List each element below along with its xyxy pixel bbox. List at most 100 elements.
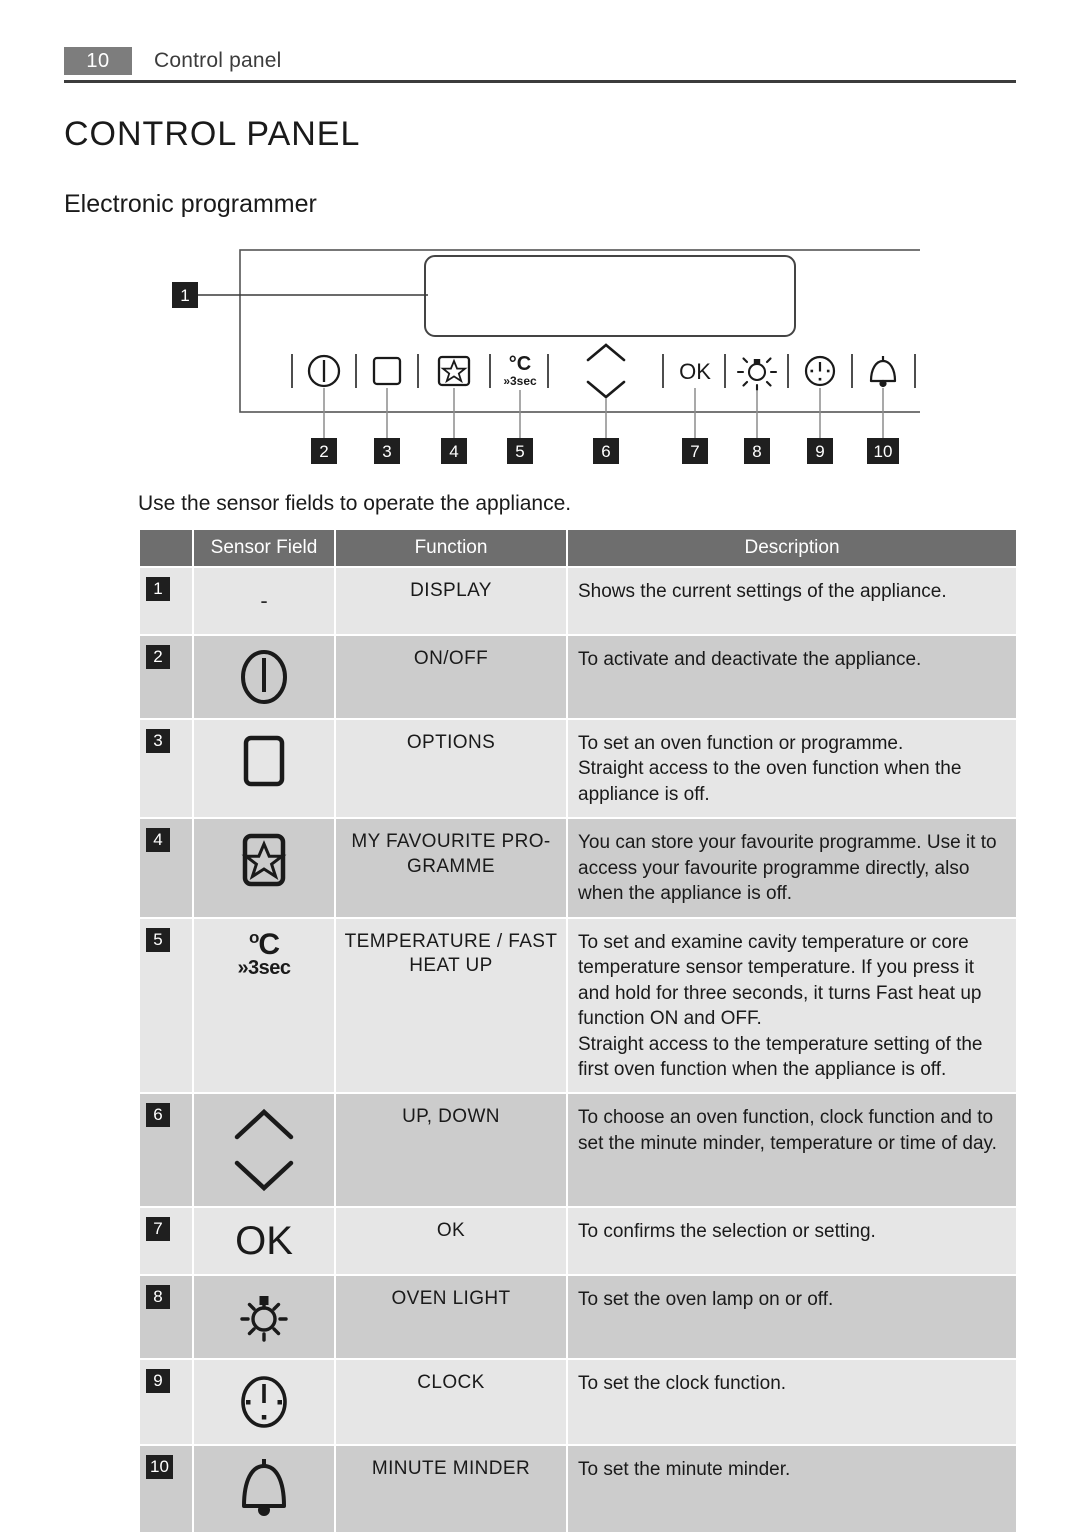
sensor-icon-wrap: [194, 829, 334, 891]
description-cell: Shows the current settings of the applia…: [568, 568, 1016, 634]
up-down-chevrons-icon: [234, 1109, 294, 1192]
description-paragraph: To activate and deactivate the appliance…: [578, 649, 922, 670]
ok-icon: OK: [235, 1218, 293, 1263]
diagram-up-down-chevrons-icon: [586, 343, 626, 399]
svg-text:2: 2: [319, 442, 328, 461]
sensor-field-cell: [194, 1276, 334, 1359]
svg-text:8: 8: [752, 442, 761, 461]
svg-text:3: 3: [382, 442, 391, 461]
function-cell: OPTIONS: [336, 720, 566, 818]
table-row: 1 - DISPLAY Shows the current settings of t…: [140, 568, 1016, 634]
table-row: 8 OVEN LIGHT To set the oven lamp on or of…: [140, 1276, 1016, 1359]
row-index-cell: 9: [140, 1360, 192, 1445]
callout-9: 9: [807, 438, 833, 464]
svg-text:5: 5: [515, 442, 524, 461]
column-header-sensor-field: Sensor Field: [194, 530, 334, 566]
description-cell: To choose an oven function, clock functi…: [568, 1094, 1016, 1207]
row-index-cell: 10: [140, 1446, 192, 1533]
description-paragraph: To set and examine cavity temperature or…: [578, 931, 982, 1030]
function-cell: OVEN LIGHT: [336, 1276, 566, 1359]
svg-text:10: 10: [874, 442, 893, 461]
sensor-field-dash: -: [260, 588, 268, 613]
callout-7: 7: [682, 438, 708, 464]
diagram-options-square-icon: [372, 356, 402, 386]
description-paragraph: To set the oven lamp on or off.: [578, 1289, 834, 1311]
diagram-ok-icon: OK: [679, 359, 711, 384]
column-header-index: [140, 530, 192, 566]
sensor-field-cell: [194, 636, 334, 718]
description-paragraph: Shows the current settings of the applia…: [578, 581, 947, 602]
control-panel-illustration: 1 °C »3sec OK 2 3 4 5 6 7 8 9 10: [172, 249, 920, 464]
callout-5: 5: [507, 438, 533, 464]
header-section-title: Control panel: [154, 49, 282, 72]
sensor-field-cell: [194, 1360, 334, 1445]
page-number: 10: [64, 47, 132, 75]
svg-text:»3sec: »3sec: [503, 374, 537, 388]
function-cell: TEMPERATURE / FAST HEAT UP: [336, 918, 566, 1093]
diagram-favourite-star-icon: [437, 355, 471, 387]
sensor-icon-wrap: OK: [194, 1218, 334, 1264]
row-index-badge: 1: [146, 577, 170, 601]
sensor-icon-wrap: [194, 1286, 334, 1348]
callout-3: 3: [374, 438, 400, 464]
row-index-cell: 6: [140, 1094, 192, 1207]
intro-sentence: Use the sensor fields to operate the app…: [138, 492, 572, 515]
callout-4: 4: [441, 438, 467, 464]
description-cell: You can store your favourite programme. …: [568, 819, 1016, 917]
table-row: 10 MINUTE MINDER To set the minute minder.: [140, 1446, 1016, 1533]
sensor-field-table: Sensor Field Function Description 1 - DISP…: [138, 528, 1018, 1534]
diagram-clock-icon: [804, 355, 836, 387]
svg-text:7: 7: [690, 442, 699, 461]
sensor-icon-wrap: [194, 646, 334, 708]
callout-1: 1: [172, 282, 428, 308]
sensor-field-cell: [194, 819, 334, 917]
table-row: 4 MY FAVOURITE PRO-GRAMME You can store yo…: [140, 819, 1016, 917]
callout-8: 8: [744, 438, 770, 464]
row-index-cell: 7: [140, 1208, 192, 1275]
diagram-temperature-3sec-icon: °C »3sec: [503, 353, 537, 388]
description-paragraph: To choose an oven function, clock functi…: [578, 1107, 997, 1154]
sensor-icon-wrap: oC »3sec: [194, 929, 334, 978]
clock-icon: [241, 1376, 287, 1429]
description-paragraph: Straight access to the oven function whe…: [578, 758, 962, 805]
description-paragraph: To set an oven function or programme.: [578, 733, 904, 754]
table-row: 7 OK OK To confirms the selection or settin…: [140, 1208, 1016, 1275]
sensor-icon-wrap: [194, 1456, 334, 1522]
description-paragraph: Straight access to the temperature setti…: [578, 1033, 983, 1080]
fast-heat-3sec-label: »3sec: [237, 956, 291, 979]
table-row: 2 ON/OFF To activate and deactivate the ap…: [140, 636, 1016, 718]
description-cell: To set the clock function.: [568, 1360, 1016, 1445]
row-index-badge: 8: [146, 1285, 170, 1310]
section-subtitle: Electronic programmer: [64, 190, 317, 218]
sensor-icon-wrap: -: [194, 578, 334, 624]
minute-minder-bell-icon: [242, 1459, 286, 1517]
row-index-badge: 4: [146, 828, 170, 853]
display-screen-outline: [424, 255, 796, 337]
diagram-minute-minder-bell-icon: [869, 356, 897, 388]
description-cell: To set and examine cavity temperature or…: [568, 918, 1016, 1093]
row-index-cell: 1: [140, 568, 192, 634]
function-cell: DISPLAY: [336, 568, 566, 634]
sensor-field-cell: [194, 1094, 334, 1207]
sensor-field-cell: -: [194, 568, 334, 634]
column-header-description: Description: [568, 530, 1016, 566]
power-icon: [241, 650, 287, 704]
function-cell: UP, DOWN: [336, 1094, 566, 1207]
callout-10: 10: [867, 438, 899, 464]
description-cell: To set the oven lamp on or off.: [568, 1276, 1016, 1359]
sensor-icon-wrap: [194, 730, 334, 792]
svg-text:°C: °C: [509, 353, 531, 375]
svg-text:9: 9: [815, 442, 824, 461]
table-row: 6 UP, DOWN To choose an oven function, clo…: [140, 1094, 1016, 1207]
function-cell: ON/OFF: [336, 636, 566, 718]
sensor-field-cell: oC »3sec: [194, 918, 334, 1093]
callout-6: 6: [593, 438, 619, 464]
sensor-icon-wrap: [194, 1104, 334, 1196]
panel-outline: [239, 249, 920, 413]
sensor-field-cell: [194, 720, 334, 818]
callout-2: 2: [311, 438, 337, 464]
temperature-degree-label: oC: [248, 927, 280, 961]
description-cell: To confirms the selection or setting.: [568, 1208, 1016, 1275]
row-index-badge: 3: [146, 729, 170, 753]
function-cell: OK: [336, 1208, 566, 1275]
